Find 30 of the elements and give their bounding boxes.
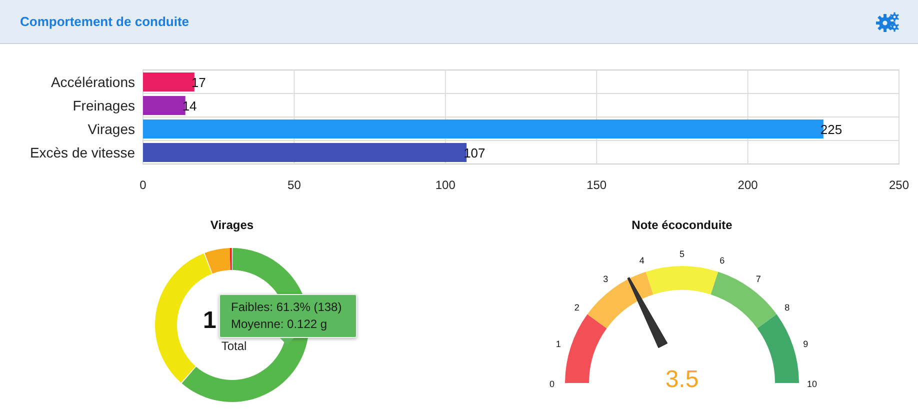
category-label: Freinages xyxy=(72,98,135,114)
axis-tick-label: 150 xyxy=(586,178,607,192)
gauge-scale-label: 2 xyxy=(574,302,580,313)
donut-center-value: 1 xyxy=(203,307,216,334)
category-label: Excès de vitesse xyxy=(30,144,135,160)
category-label: Accélérations xyxy=(50,74,135,90)
gauge-scale-label: 8 xyxy=(784,302,790,313)
gauge-scale-label: 7 xyxy=(756,274,761,284)
gauge-scale-label: 3 xyxy=(603,274,608,284)
category-label: Virages xyxy=(88,121,135,137)
gauge-scale-label: 0 xyxy=(550,379,554,389)
axis-tick-label: 100 xyxy=(435,178,456,192)
chart-title: Note écoconduite xyxy=(632,218,732,232)
gauge-scale-label: 10 xyxy=(807,379,817,389)
settings-icon[interactable] xyxy=(876,12,900,32)
panel-title: Comportement de conduite xyxy=(20,14,190,29)
tooltip-text: Moyenne: 0.122 g xyxy=(231,316,328,333)
tooltip-text: Faibles: 61.3% (138) xyxy=(231,299,343,316)
axis-tick-label: 200 xyxy=(738,178,758,192)
donut-center-label: Total xyxy=(221,339,247,353)
axis-tick-label: 0 xyxy=(140,178,146,192)
gauge-scale-label: 4 xyxy=(639,255,644,266)
gauge-scale-label: 9 xyxy=(803,338,808,349)
gauge-scale-label: 6 xyxy=(720,255,725,266)
axis-tick-label: 250 xyxy=(888,178,910,192)
gauge-scale-label: 1 xyxy=(556,338,561,349)
axis-tick-label: 50 xyxy=(288,178,301,192)
chart-title: Virages xyxy=(210,218,254,232)
gauge-scale-label: 5 xyxy=(680,249,684,259)
gauge-value: 3.5 xyxy=(665,366,699,393)
